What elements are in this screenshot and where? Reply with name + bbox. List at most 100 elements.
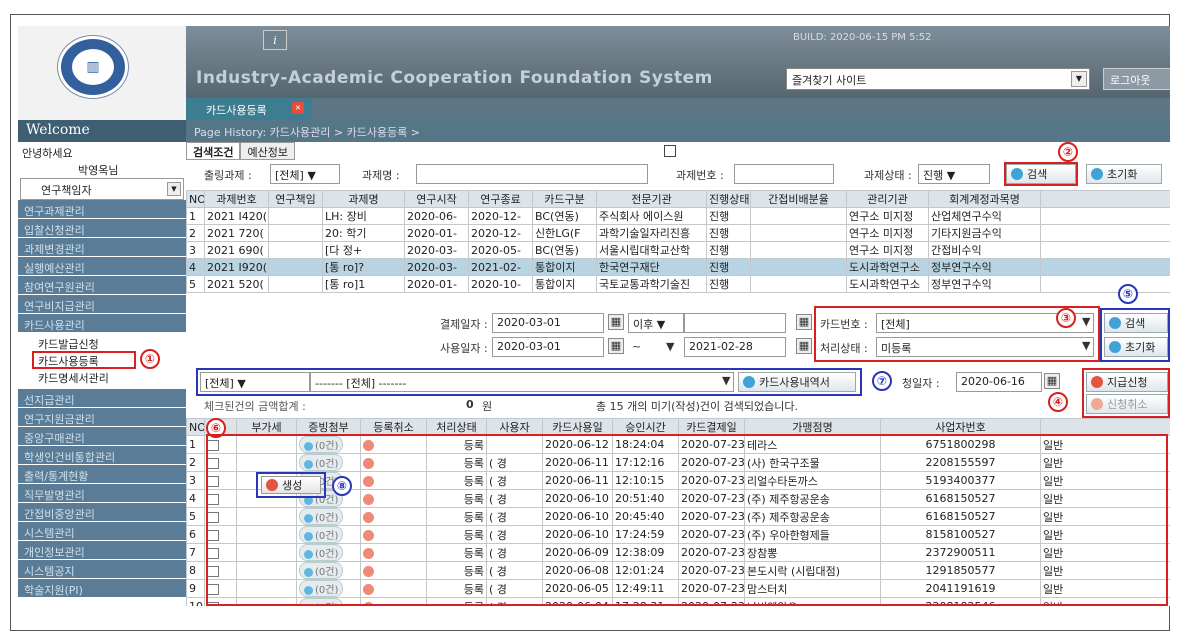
collapse-icon[interactable] [664, 145, 676, 157]
calendar-icon[interactable]: ▦ [1044, 373, 1060, 389]
sidebar-item[interactable]: 직무발명관리 [18, 484, 186, 503]
sidebar-item[interactable]: 연구비지급관리 [18, 295, 186, 314]
project-number-input[interactable] [734, 164, 834, 184]
app-window: i BUILD: 2020-06-15 PM 5:52 Industry-Aca… [18, 26, 1170, 606]
chevron-down-icon[interactable]: ▼ [167, 182, 181, 196]
project-name-input[interactable] [416, 164, 648, 184]
summary-count: 총 15 개의 미기(작성)건이 검색되었습니다. [596, 400, 798, 413]
table-cell [1040, 224, 1170, 242]
table-row[interactable]: 5 2021 520([통 ro]1 2020-01- 2020-10- 통합이지 국토교… [186, 275, 1170, 293]
table-cell: [다 정+ [322, 241, 405, 259]
summary-label: 체크된건의 금액합계 : [204, 400, 306, 413]
tab-budget-info[interactable]: 예산정보 [240, 142, 295, 160]
sidebar-item[interactable]: 개인정보관리 [18, 541, 186, 560]
reset-button[interactable]: 초기화 [1086, 164, 1162, 184]
tab-card-usage[interactable]: 카드사용등록 × [186, 98, 312, 120]
table-cell: 진행 [706, 207, 751, 225]
card-submenu: 카드발급신청 카드사용등록 카드명세서관리 ① [18, 333, 186, 389]
row-number: 1 [186, 435, 205, 454]
column-header: 진행상태 [706, 190, 751, 208]
calendar-icon[interactable]: ▦ [608, 314, 624, 330]
sidebar-item[interactable]: 선지급관리 [18, 389, 186, 408]
chevron-down-icon[interactable]: ▼ [1071, 71, 1087, 87]
column-header: NO [186, 190, 205, 208]
table-cell: 2020-03- [404, 241, 469, 259]
status-select[interactable]: 진행 ▼ [918, 164, 990, 184]
usage-table-header: NO 부가세 증빙첨부 등록취소 처리상태 사용자 카드사용일 승인시간 카드결… [186, 418, 1170, 436]
tab-search-conditions[interactable]: 검색조건 [186, 142, 241, 160]
column-header: 간접비배분율 [750, 190, 847, 208]
sidebar-item[interactable]: 입찰신청관리 [18, 219, 186, 238]
status-label: 과제상태 : [864, 169, 912, 182]
table-cell: 도시과학연구소 [846, 275, 929, 293]
sidebar-item[interactable]: 간접비중앙관리 [18, 503, 186, 522]
table-cell: 산업체연구수익 [928, 207, 1041, 225]
table-cell [1040, 275, 1170, 293]
calendar-icon[interactable]: ▦ [796, 338, 812, 354]
sidebar-item[interactable]: 실행예산관리 [18, 257, 186, 276]
marker-8: ⑧ [332, 476, 352, 496]
system-title: Industry-Academic Cooperation Foundation… [196, 68, 713, 88]
project-table-header: NO 과제번호 연구책임 과제명 연구시작 연구종료 카드구분 전문기관 진행상… [186, 190, 1170, 208]
table-row[interactable]: 1 2021 I420(LH: 장비 2020-06- 2020-12- BC(연동) 주… [186, 207, 1170, 225]
info-icon[interactable]: i [263, 30, 287, 50]
after-select[interactable]: 이후 ▼ [628, 313, 684, 333]
sidebar-item[interactable]: 연구과제관리 [18, 200, 186, 219]
sidebar-item[interactable]: 중앙구매관리 [18, 427, 186, 446]
favorites-select[interactable]: 즐겨찾기 사이트 ▼ [786, 68, 1090, 90]
after-value: 이후 [633, 318, 654, 331]
column-header: 카드결제일 [678, 418, 745, 436]
table-cell: 신한LG(F [532, 224, 597, 242]
row-number: 4 [186, 489, 205, 508]
column-header [1040, 418, 1170, 436]
sidebar-item[interactable]: 학술지원(PI) [18, 579, 186, 598]
sidebar-item-card-usage[interactable]: 카드사용관리 [18, 314, 186, 333]
use-date-start-input[interactable]: 2020-03-01 [492, 337, 604, 357]
role-value: 연구책임자 [41, 184, 92, 197]
sidebar-item[interactable]: 시스템공지 [18, 560, 186, 579]
sub-item-card-issue[interactable]: 카드발급신청 [36, 335, 186, 352]
table-row[interactable]: 4 2021 I920([통 ro]? 2020-03- 2021-02- 통합이지 한국… [186, 258, 1170, 276]
table-cell: 2020-06- [404, 207, 469, 225]
table-row[interactable]: 3 2021 690([다 정+ 2020-03- 2020-05- BC(연동) 서울시… [186, 241, 1170, 259]
sub-item-card-statement[interactable]: 카드명세서관리 [36, 369, 186, 386]
table-cell: 정부연구수익 [928, 258, 1041, 276]
sidebar-item[interactable]: 과제변경관리 [18, 238, 186, 257]
role-select[interactable]: 연구책임자 ▼ [20, 178, 184, 200]
highlight-box-1 [32, 351, 136, 369]
sidebar-item[interactable]: 참여연구원관리 [18, 276, 186, 295]
table-cell: 통합이지 [532, 275, 597, 293]
pay-date-end-input[interactable] [684, 313, 786, 333]
sidebar-item[interactable]: 연구지원금관리 [18, 408, 186, 427]
close-icon[interactable]: × [292, 102, 304, 114]
search-tabs: 검색조건 예산정보 [186, 142, 295, 160]
calendar-icon[interactable]: ▦ [608, 338, 624, 354]
table-cell: 2020-03- [404, 258, 469, 276]
table-row[interactable]: 2 2021 720(20: 학기 2020-01- 2020-12- 신한LG(F 과학… [186, 224, 1170, 242]
row-number: 3 [186, 471, 205, 490]
table-cell: 주식회사 에이스원 [596, 207, 707, 225]
logout-button[interactable]: 로그아웃 [1103, 68, 1170, 90]
sidebar-item[interactable]: 출력/통계현황 [18, 465, 186, 484]
logo-area: ▥ [18, 26, 186, 120]
calendar-icon[interactable]: ▦ [796, 314, 812, 330]
apply-date-input[interactable]: 2020-06-16 [956, 372, 1042, 392]
use-date-end-input[interactable]: 2021-02-28 [684, 337, 786, 357]
pay-date-input[interactable]: 2020-03-01 [492, 313, 604, 333]
sidebar-item[interactable]: 학생인건비통합관리 [18, 446, 186, 465]
sidebar-item[interactable]: 시스템관리 [18, 522, 186, 541]
column-header: 전문기관 [596, 190, 707, 208]
row-number: 7 [186, 543, 205, 562]
tab-bar: 카드사용등록 × [186, 98, 1170, 120]
table-cell [268, 258, 323, 276]
table-cell: [통 ro]? [322, 258, 405, 276]
table-cell: 국토교통과학기술진 [596, 275, 707, 293]
column-header [1040, 190, 1170, 208]
table-cell: 연구소 미지정 [846, 224, 929, 242]
table-cell: 서울시립대학교산학 [596, 241, 707, 259]
tab-label: 카드사용등록 [206, 104, 267, 117]
table-cell: 20: 학기 [322, 224, 405, 242]
project-select[interactable]: [전체] ▼ [270, 164, 340, 184]
project-table: NO 과제번호 연구책임 과제명 연구시작 연구종료 카드구분 전문기관 진행상… [186, 190, 1170, 293]
chevron-down-icon[interactable]: ▼ [666, 340, 674, 353]
